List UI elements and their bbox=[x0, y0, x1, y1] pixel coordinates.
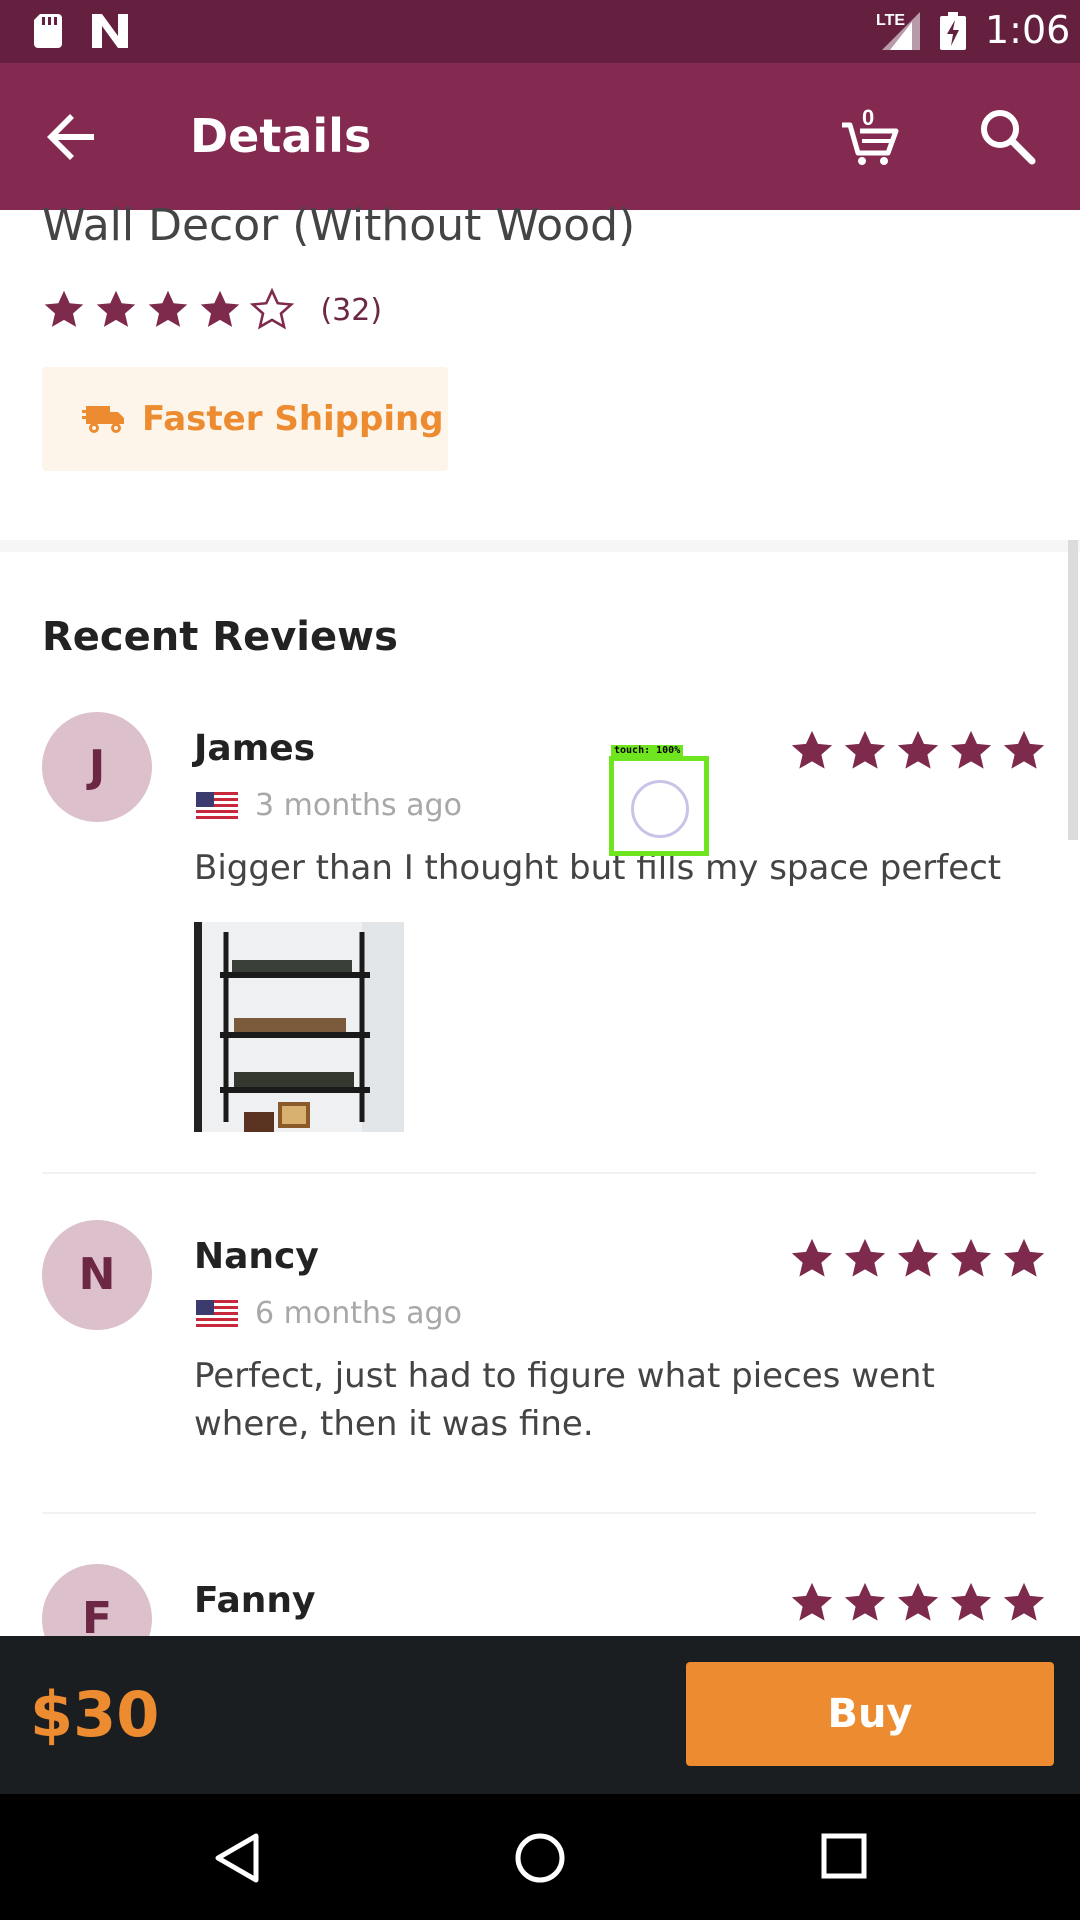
star-filled-icon bbox=[950, 1582, 992, 1621]
product-rating: (32) bbox=[42, 287, 382, 338]
star-filled-icon bbox=[950, 730, 992, 769]
avatar: N bbox=[42, 1220, 152, 1330]
scrollbar[interactable] bbox=[1068, 540, 1078, 840]
avatar: J bbox=[42, 712, 152, 822]
review-date: 6 months ago bbox=[255, 1296, 462, 1331]
star-filled-icon bbox=[791, 1582, 833, 1621]
shipping-label: Faster Shipping bbox=[142, 399, 444, 439]
touch-point bbox=[631, 780, 689, 838]
star-filled-icon bbox=[1003, 1238, 1045, 1277]
faster-shipping-badge: Faster Shipping bbox=[42, 367, 448, 471]
system-navigation-bar bbox=[0, 1794, 1080, 1920]
reviewer-name: Fanny bbox=[194, 1580, 316, 1621]
sd-card-icon bbox=[34, 14, 62, 48]
star-filled-icon bbox=[950, 1238, 992, 1277]
buy-button[interactable]: Buy bbox=[686, 1662, 1054, 1766]
nav-back-icon[interactable] bbox=[212, 1832, 262, 1884]
cart-count-badge: 0 bbox=[862, 105, 875, 130]
star-filled-icon bbox=[897, 730, 939, 769]
star-empty-icon bbox=[249, 287, 295, 330]
star-filled-icon bbox=[791, 730, 833, 769]
review-stars bbox=[782, 728, 1047, 778]
review-stars bbox=[782, 1236, 1047, 1286]
truck-icon bbox=[82, 406, 124, 433]
battery-charging-icon bbox=[940, 12, 966, 50]
star-filled-icon bbox=[1003, 1582, 1045, 1621]
us-flag-icon bbox=[196, 792, 238, 822]
clock: 1:06 bbox=[985, 8, 1071, 52]
star-filled-icon bbox=[791, 1238, 833, 1277]
review-divider bbox=[42, 1512, 1036, 1514]
star-filled-icon bbox=[844, 1582, 886, 1621]
rating-count[interactable]: (32) bbox=[320, 293, 382, 328]
star-filled-icon bbox=[844, 730, 886, 769]
reviewer-name: Nancy bbox=[194, 1236, 319, 1277]
star-filled-icon bbox=[96, 290, 136, 327]
app-bar: Details 0 bbox=[0, 63, 1080, 210]
star-filled-icon bbox=[897, 1238, 939, 1277]
us-flag-icon bbox=[196, 1300, 238, 1330]
star-filled-icon bbox=[1003, 730, 1045, 769]
touch-indicator-label: touch: 100% bbox=[611, 745, 684, 756]
star-filled-icon bbox=[148, 290, 188, 327]
star-filled-icon bbox=[844, 1238, 886, 1277]
search-icon[interactable] bbox=[978, 107, 1036, 165]
review-date: 3 months ago bbox=[255, 788, 462, 823]
review-stars bbox=[782, 1580, 1047, 1630]
review-divider bbox=[42, 1172, 1036, 1174]
section-divider bbox=[0, 540, 1080, 552]
network-type: LTE bbox=[876, 12, 906, 29]
star-filled-icon bbox=[44, 290, 84, 327]
buy-bar: $30 Buy bbox=[0, 1636, 1080, 1794]
nav-recents-icon[interactable] bbox=[820, 1832, 868, 1880]
product-price: $30 bbox=[30, 1678, 160, 1751]
n-notification-icon bbox=[92, 14, 128, 48]
back-arrow-icon[interactable] bbox=[44, 109, 100, 165]
product-title: Wall Decor (Without Wood) bbox=[42, 200, 636, 251]
status-bar: LTE 1:06 bbox=[0, 0, 1080, 63]
review-photo[interactable] bbox=[194, 922, 404, 1132]
nav-home-icon[interactable] bbox=[514, 1832, 566, 1884]
page-title: Details bbox=[190, 109, 372, 163]
recent-reviews-heading: Recent Reviews bbox=[42, 614, 398, 660]
star-filled-icon bbox=[200, 290, 240, 327]
reviewer-name: James bbox=[194, 728, 316, 769]
star-filled-icon bbox=[897, 1582, 939, 1621]
review-text: Perfect, just had to figure what pieces … bbox=[194, 1356, 935, 1444]
